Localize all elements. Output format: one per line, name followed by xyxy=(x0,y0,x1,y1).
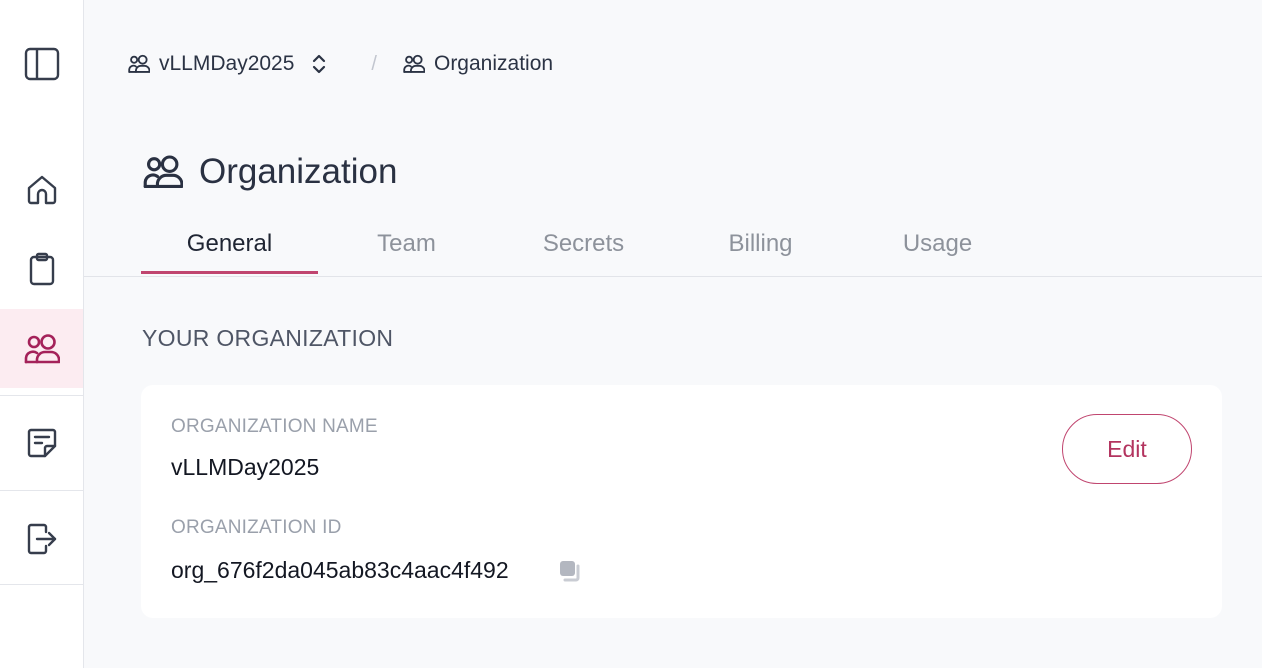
tabs-divider xyxy=(84,276,1262,277)
tab-usage[interactable]: Usage xyxy=(849,222,1026,274)
sidebar-item-logout[interactable] xyxy=(0,500,83,578)
tab-secrets[interactable]: Secrets xyxy=(495,222,672,274)
copy-icon[interactable] xyxy=(558,559,582,583)
sidebar-divider xyxy=(0,490,83,491)
sidebar-item-organization[interactable] xyxy=(0,309,83,388)
section-title: YOUR ORGANIZATION xyxy=(142,325,394,351)
users-icon xyxy=(403,54,425,73)
breadcrumb-separator: / xyxy=(371,52,377,75)
users-icon xyxy=(24,333,60,363)
clipboard-icon xyxy=(29,252,54,286)
users-icon xyxy=(128,54,150,73)
organization-id-label: ORGANIZATION ID xyxy=(171,517,342,538)
tab-bar: General Team Secrets Billing Usage xyxy=(141,222,1026,274)
users-icon xyxy=(143,155,183,188)
sidebar-divider xyxy=(0,395,83,396)
sidebar-item-home[interactable] xyxy=(0,152,83,228)
sidebar-item-notes[interactable] xyxy=(0,404,83,482)
workspace-switcher[interactable]: vLLMDay2025 xyxy=(128,52,335,76)
sidebar-divider xyxy=(0,584,83,585)
notes-icon xyxy=(27,428,56,458)
organization-id-value: org_676f2da045ab83c4aac4f492 xyxy=(171,557,509,583)
breadcrumb: vLLMDay2025 / Organization xyxy=(128,50,553,78)
workspace-name: vLLMDay2025 xyxy=(159,52,295,75)
sidebar-toggle-button[interactable] xyxy=(0,34,83,94)
tab-general[interactable]: General xyxy=(141,222,318,274)
organization-name-label: ORGANIZATION NAME xyxy=(171,416,378,437)
edit-button[interactable]: Edit xyxy=(1062,414,1192,484)
organization-card: ORGANIZATION NAME vLLMDay2025 ORGANIZATI… xyxy=(141,385,1222,618)
page-title-text: Organization xyxy=(199,152,398,191)
tab-team[interactable]: Team xyxy=(318,222,495,274)
sidebar xyxy=(0,0,84,668)
chevron-up-down-icon xyxy=(313,54,326,74)
page-title: Organization xyxy=(143,150,397,194)
logout-icon xyxy=(27,523,56,555)
breadcrumb-current-label: Organization xyxy=(433,52,554,75)
sidebar-item-tasks[interactable] xyxy=(0,230,83,308)
home-icon xyxy=(27,175,56,205)
organization-name-value: vLLMDay2025 xyxy=(171,454,320,480)
sidebar-toggle-icon xyxy=(24,47,59,81)
breadcrumb-current: Organization xyxy=(403,52,553,76)
tab-billing[interactable]: Billing xyxy=(672,222,849,274)
